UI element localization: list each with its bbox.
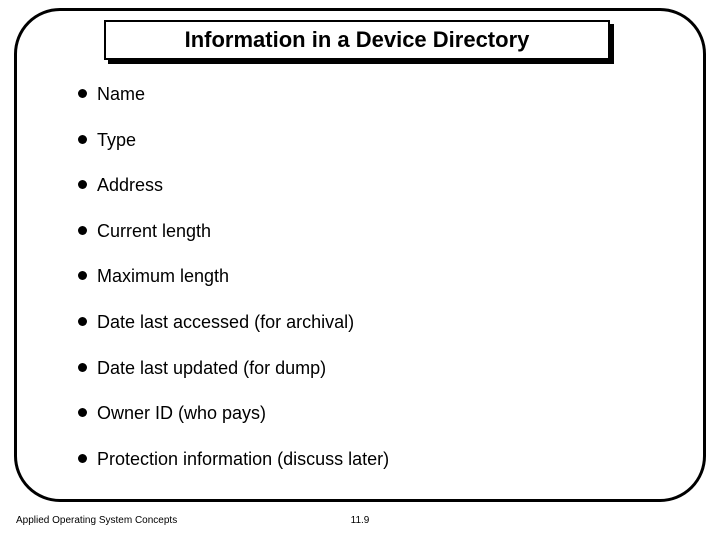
slide-title: Information in a Device Directory [185,27,530,53]
bullet-text: Owner ID (who pays) [97,403,266,425]
bullet-icon [78,271,87,280]
bullet-icon [78,180,87,189]
list-item: Type [78,130,638,152]
list-item: Address [78,175,638,197]
bullet-icon [78,408,87,417]
title-box: Information in a Device Directory [104,20,610,60]
bullet-text: Protection information (discuss later) [97,449,389,471]
bullet-list: Name Type Address Current length Maximum… [78,84,638,494]
footer-page-number: 11.9 [0,515,720,526]
bullet-text: Address [97,175,163,197]
bullet-text: Maximum length [97,266,229,288]
bullet-text: Current length [97,221,211,243]
bullet-icon [78,89,87,98]
bullet-icon [78,135,87,144]
bullet-icon [78,454,87,463]
bullet-text: Name [97,84,145,106]
list-item: Protection information (discuss later) [78,449,638,471]
bullet-icon [78,363,87,372]
bullet-icon [78,226,87,235]
list-item: Date last accessed (for archival) [78,312,638,334]
list-item: Name [78,84,638,106]
bullet-text: Type [97,130,136,152]
list-item: Date last updated (for dump) [78,358,638,380]
bullet-icon [78,317,87,326]
list-item: Owner ID (who pays) [78,403,638,425]
bullet-text: Date last accessed (for archival) [97,312,354,334]
bullet-text: Date last updated (for dump) [97,358,326,380]
list-item: Maximum length [78,266,638,288]
list-item: Current length [78,221,638,243]
